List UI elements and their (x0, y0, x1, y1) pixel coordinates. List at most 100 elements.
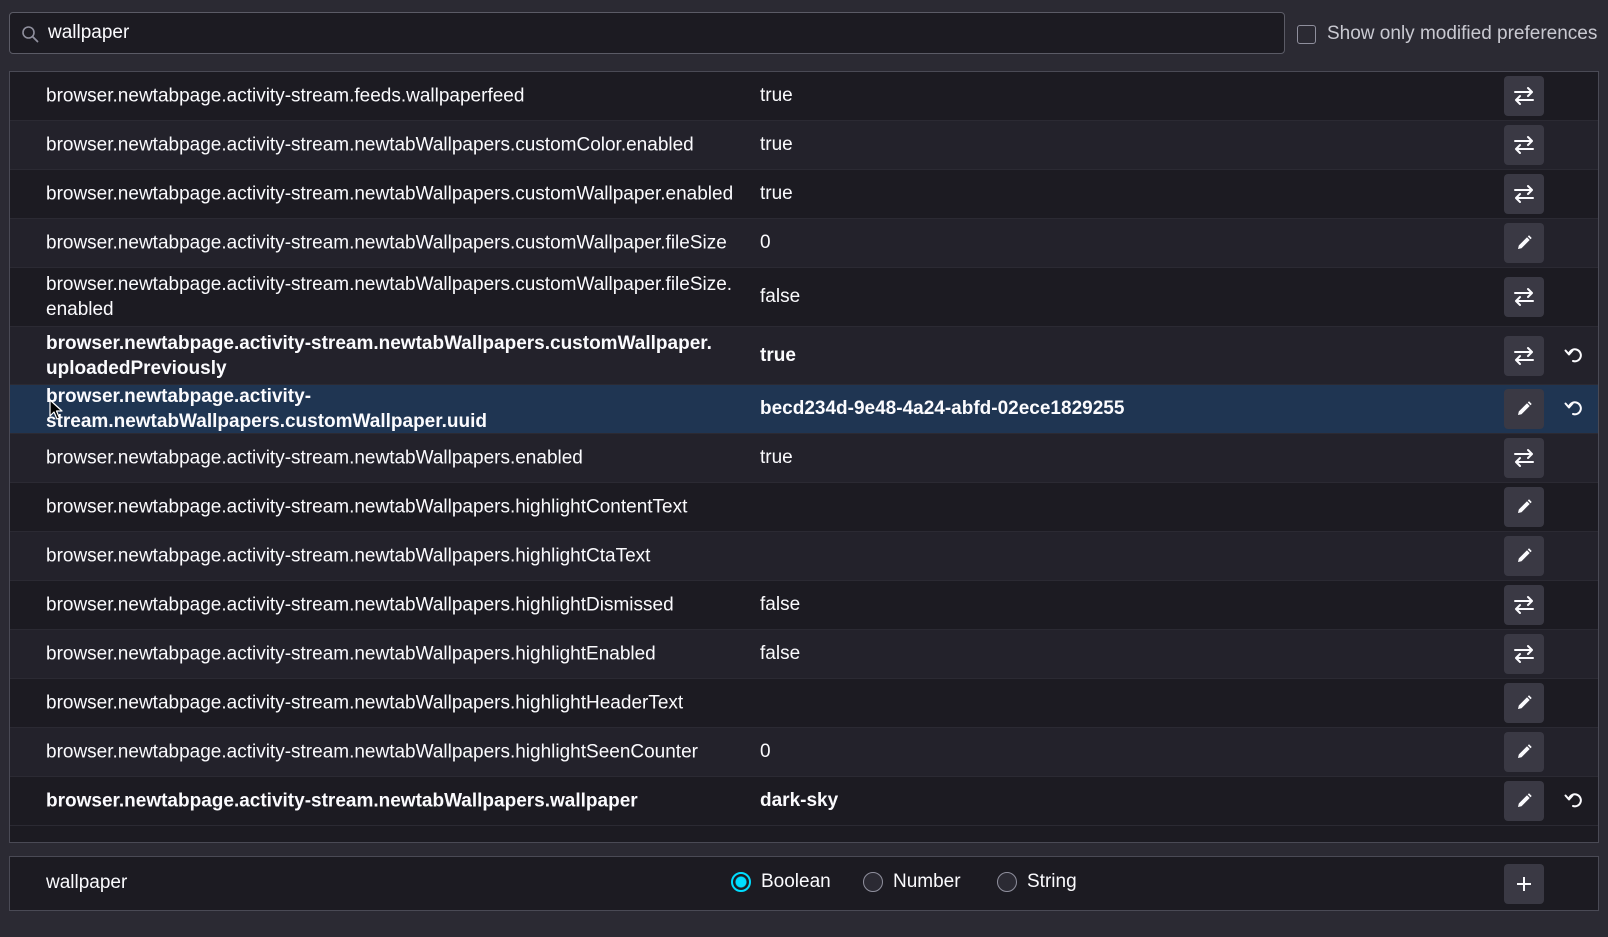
preference-row[interactable]: browser.newtabpage.activity-stream.newta… (10, 679, 1598, 728)
show-modified-checkbox[interactable] (1297, 24, 1316, 44)
preference-name: browser.newtabpage.activity-stream.newta… (46, 692, 684, 714)
search-icon (22, 26, 39, 43)
preference-row[interactable]: browser.newtabpage.activity-stream.newta… (10, 630, 1598, 679)
preference-name: browser.newtabpage.activity-stream.newta… (46, 386, 487, 432)
reset-icon (1564, 401, 1582, 416)
string-label: String (1027, 871, 1077, 892)
preference-value: becd234d-9e48-4a24-abfd-02ece1829255 (760, 398, 1125, 419)
preference-name: browser.newtabpage.activity-stream.newta… (46, 741, 698, 763)
pencil-icon (1518, 235, 1532, 249)
toggle-arrows-icon (1514, 87, 1534, 105)
preference-row[interactable]: browser.newtabpage.activity-stream.newta… (10, 434, 1598, 483)
add-preference-row: wallpaper Boolean Number String (9, 856, 1599, 911)
mouse-pointer-icon (49, 399, 63, 420)
preference-row[interactable]: browser.newtabpage.activity-stream.feeds… (10, 72, 1598, 121)
preference-name: browser.newtabpage.activity-stream.newta… (46, 232, 727, 254)
preference-name: browser.newtabpage.activity-stream.newta… (46, 274, 733, 320)
reset-button[interactable] (1560, 342, 1588, 370)
preference-value: false (760, 594, 801, 615)
preference-row[interactable]: browser.newtabpage.activity-stream.newta… (10, 121, 1598, 170)
preference-row[interactable]: browser.newtabpage.activity-stream.newta… (10, 170, 1598, 219)
preference-value: 0 (760, 232, 771, 253)
toggle-arrows-icon (1514, 136, 1534, 154)
toggle-arrows-icon (1514, 288, 1534, 306)
pencil-icon (1518, 695, 1532, 709)
preference-value: false (760, 643, 801, 664)
preference-row[interactable]: browser.newtabpage.activity-stream.newta… (10, 385, 1598, 434)
preference-row[interactable]: browser.newtabpage.activity-stream.newta… (10, 483, 1598, 532)
edit-button[interactable] (1504, 732, 1544, 772)
preference-name: browser.newtabpage.activity-stream.newta… (46, 447, 583, 469)
preferences-table: browser.newtabpage.activity-stream.feeds… (9, 71, 1599, 843)
boolean-radio[interactable] (731, 872, 751, 892)
preference-value: true (760, 447, 793, 468)
pencil-icon (1518, 744, 1532, 758)
preference-name: browser.newtabpage.activity-stream.newta… (46, 594, 674, 616)
toggle-button[interactable] (1504, 335, 1544, 376)
add-preference-button[interactable] (1504, 864, 1544, 904)
string-radio[interactable] (997, 872, 1017, 892)
preference-name: browser.newtabpage.activity-stream.newta… (46, 790, 638, 812)
edit-button[interactable] (1504, 223, 1544, 263)
reset-icon (1564, 793, 1582, 808)
type-option-number[interactable]: Number (863, 871, 961, 893)
toggle-button[interactable] (1504, 634, 1544, 674)
edit-button[interactable] (1504, 389, 1544, 429)
toggle-button[interactable] (1504, 438, 1544, 478)
pencil-icon (1518, 548, 1532, 562)
toggle-arrows-icon (1514, 449, 1534, 467)
preference-name: browser.newtabpage.activity-stream.newta… (46, 134, 694, 156)
preference-row[interactable]: browser.newtabpage.activity-stream.newta… (10, 581, 1598, 630)
toggle-button[interactable] (1504, 277, 1544, 317)
preference-name: browser.newtabpage.activity-stream.newta… (46, 545, 651, 567)
search-bar-area: Show only modified preferences (0, 0, 1608, 70)
edit-button[interactable] (1504, 536, 1544, 576)
toggle-arrows-icon (1514, 346, 1534, 365)
pencil-icon (1518, 401, 1532, 415)
preference-value: true (760, 134, 793, 155)
edit-button[interactable] (1504, 683, 1544, 723)
preference-value: true (760, 344, 796, 366)
reset-icon (1564, 347, 1582, 362)
new-preference-name: wallpaper (46, 872, 128, 893)
search-input[interactable] (48, 13, 1268, 53)
toggle-arrows-icon (1514, 596, 1534, 614)
reset-button[interactable] (1560, 787, 1588, 815)
preference-value: dark-sky (760, 790, 839, 811)
preference-row[interactable]: browser.newtabpage.activity-stream.newta… (10, 728, 1598, 777)
preference-value: false (760, 286, 801, 307)
preference-row[interactable]: browser.newtabpage.activity-stream.newta… (10, 532, 1598, 581)
preference-name: browser.newtabpage.activity-stream.feeds… (46, 85, 525, 107)
reset-button[interactable] (1560, 395, 1588, 423)
preference-value: true (760, 85, 793, 106)
preference-value: true (760, 183, 793, 204)
boolean-label: Boolean (761, 871, 831, 892)
preference-row[interactable]: browser.newtabpage.activity-stream.newta… (10, 777, 1598, 826)
type-option-boolean[interactable]: Boolean (731, 871, 831, 893)
preference-name: browser.newtabpage.activity-stream.newta… (46, 332, 712, 379)
toggle-button[interactable] (1504, 585, 1544, 625)
preference-name: browser.newtabpage.activity-stream.newta… (46, 183, 734, 205)
preference-row[interactable]: browser.newtabpage.activity-stream.newta… (10, 268, 1598, 327)
toggle-arrows-icon (1514, 185, 1534, 203)
pencil-icon (1518, 499, 1532, 513)
toggle-button[interactable] (1504, 125, 1544, 165)
show-modified-label[interactable]: Show only modified preferences (1327, 23, 1597, 45)
edit-button[interactable] (1504, 487, 1544, 527)
preference-name: browser.newtabpage.activity-stream.newta… (46, 643, 656, 665)
toggle-arrows-icon (1514, 645, 1534, 663)
toggle-button[interactable] (1504, 76, 1544, 116)
pencil-icon (1518, 793, 1532, 807)
preference-value: 0 (760, 741, 771, 762)
plus-icon (1517, 877, 1531, 891)
show-modified-toggle[interactable]: Show only modified preferences (1297, 22, 1597, 46)
edit-button[interactable] (1504, 781, 1544, 821)
search-box[interactable] (9, 12, 1285, 54)
preference-row[interactable]: browser.newtabpage.activity-stream.newta… (10, 219, 1598, 268)
preference-name: browser.newtabpage.activity-stream.newta… (46, 496, 688, 518)
preference-row[interactable]: browser.newtabpage.activity-stream.newta… (10, 327, 1598, 385)
type-option-string[interactable]: String (997, 871, 1077, 893)
toggle-button[interactable] (1504, 174, 1544, 214)
number-radio[interactable] (863, 872, 883, 892)
number-label: Number (893, 871, 961, 892)
